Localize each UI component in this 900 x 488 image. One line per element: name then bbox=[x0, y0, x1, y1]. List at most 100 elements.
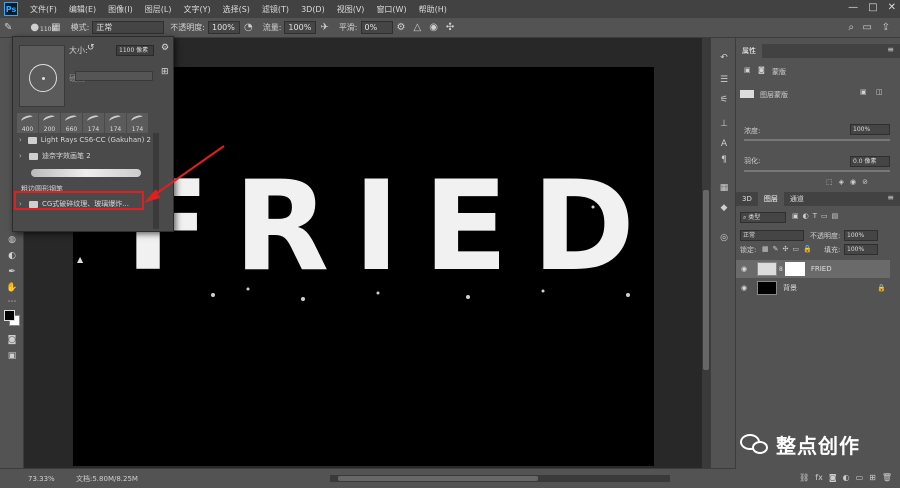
paths-icon[interactable]: ◎ bbox=[718, 232, 730, 244]
pressure-size-icon[interactable]: ◉ bbox=[429, 22, 438, 33]
search-icon[interactable]: ⌕ bbox=[848, 22, 854, 33]
symmetry-icon[interactable]: ✣ bbox=[446, 22, 454, 33]
add-vector-mask-icon[interactable]: ◫ bbox=[876, 88, 883, 96]
layer-row-fried[interactable]: ◉ 8 FRIED bbox=[736, 260, 890, 278]
menu-file[interactable]: 文件(F) bbox=[24, 4, 63, 15]
menu-filter[interactable]: 滤镜(T) bbox=[256, 4, 295, 15]
hardness-slider[interactable] bbox=[75, 71, 153, 81]
popup-gear-icon[interactable]: ⚙ bbox=[161, 43, 169, 53]
stamp-icon[interactable]: ⊥ bbox=[718, 118, 730, 130]
menu-view[interactable]: 视图(V) bbox=[331, 4, 371, 15]
panel-menu-icon[interactable]: ≡ bbox=[887, 45, 894, 54]
link-layers-icon[interactable]: ⛓ bbox=[799, 473, 809, 482]
brush-thumb[interactable]: 200 bbox=[39, 113, 60, 133]
eye-icon[interactable]: ◉ bbox=[741, 284, 751, 292]
fx-icon[interactable]: fx bbox=[815, 473, 823, 482]
menu-3d[interactable]: 3D(D) bbox=[295, 5, 331, 14]
brush-stroke-preview[interactable] bbox=[31, 169, 141, 177]
blur-tool-icon[interactable]: ◍ bbox=[5, 234, 19, 246]
layer-opacity-field[interactable]: 100% bbox=[844, 230, 878, 241]
workspace-icon[interactable]: ▭ bbox=[863, 22, 872, 33]
brush-angle-preview[interactable] bbox=[19, 45, 65, 107]
menu-select[interactable]: 选择(S) bbox=[217, 4, 256, 15]
blend-mode-select[interactable]: 正常 bbox=[740, 230, 804, 241]
paragraph-icon[interactable]: ¶ bbox=[718, 154, 730, 166]
mask-action-icons[interactable]: ⬚◈◉⊘ bbox=[826, 178, 874, 186]
trash-icon[interactable]: 🗑 bbox=[882, 473, 892, 482]
density-field[interactable]: 100% bbox=[850, 124, 890, 135]
feather-field[interactable]: 0.0 像素 bbox=[850, 156, 890, 167]
angle-icon[interactable]: △ bbox=[413, 22, 421, 33]
tab-properties[interactable]: 属性 bbox=[736, 44, 762, 58]
menu-help[interactable]: 帮助(H) bbox=[413, 4, 453, 15]
history-icon[interactable]: ↶ bbox=[718, 52, 730, 64]
dodge-tool-icon[interactable]: ◐ bbox=[5, 250, 19, 262]
menu-edit[interactable]: 编辑(E) bbox=[63, 4, 102, 15]
hand-tool-icon[interactable]: ✋ bbox=[5, 282, 19, 294]
mask-thumbnail[interactable] bbox=[784, 262, 805, 276]
brush-thumb[interactable]: 174 bbox=[127, 113, 148, 133]
new-layer-icon[interactable]: ⊞ bbox=[869, 473, 876, 482]
new-preset-icon[interactable]: ⊞ bbox=[161, 67, 169, 77]
tab-channels[interactable]: 通道 bbox=[784, 192, 810, 206]
smoothing-gear-icon[interactable]: ⚙ bbox=[397, 22, 406, 33]
layers-panel-menu-icon[interactable]: ≡ bbox=[887, 193, 894, 202]
foreground-color-swatch[interactable] bbox=[4, 310, 15, 321]
menu-type[interactable]: 文字(Y) bbox=[177, 4, 216, 15]
new-group-icon[interactable]: ▭ bbox=[856, 473, 864, 482]
layer-row-background[interactable]: ◉ 背景 🔒 bbox=[736, 279, 890, 297]
menu-image[interactable]: 图像(I) bbox=[102, 4, 139, 15]
pen-tool-icon[interactable]: ✒ bbox=[5, 266, 19, 278]
mode-select[interactable]: 正常 bbox=[92, 21, 165, 34]
brush-thumb[interactable]: 400 bbox=[17, 113, 38, 133]
character-icon[interactable]: A bbox=[718, 138, 730, 150]
swatches-icon[interactable]: ▦ bbox=[718, 182, 730, 194]
feather-slider[interactable] bbox=[744, 170, 890, 172]
flow-field[interactable]: 100% bbox=[284, 21, 317, 34]
brush-tool-icon[interactable]: ✎ bbox=[4, 22, 12, 33]
tab-layers[interactable]: 图层 bbox=[757, 192, 784, 206]
adjustments-icon[interactable]: ☰ bbox=[718, 74, 730, 86]
quick-mask-icon[interactable]: ◙ bbox=[5, 334, 19, 346]
popup-resize-icon[interactable]: ▲ bbox=[77, 255, 83, 264]
brush-folder-row[interactable]: › Light Rays CS6-CC (Gakuhan) 2 bbox=[17, 133, 151, 147]
airbrush-icon[interactable]: ✈ bbox=[320, 22, 328, 33]
fill-field[interactable]: 100% bbox=[844, 244, 878, 255]
adjustment-layer-icon[interactable]: ◐ bbox=[843, 473, 850, 482]
photoshop-logo: Ps bbox=[4, 2, 18, 16]
brush-folder-row[interactable]: › 迪奈字效画笔 2 bbox=[17, 149, 151, 163]
lock-icons[interactable]: ▦✎✣▭🔒 bbox=[762, 245, 816, 253]
pixel-mask-icon[interactable]: ▣ bbox=[744, 66, 751, 74]
size-input[interactable]: 1100 像素 bbox=[116, 45, 154, 56]
layer-filter-select[interactable]: ⌕ 类型 bbox=[740, 212, 786, 223]
brush-thumb[interactable]: 174 bbox=[105, 113, 126, 133]
minimize-icon[interactable]: — bbox=[848, 2, 858, 13]
menu-layer[interactable]: 图层(L) bbox=[139, 4, 178, 15]
horizontal-scroll-thumb[interactable] bbox=[338, 476, 538, 481]
smoothing-field[interactable]: 0% bbox=[360, 21, 393, 34]
menu-window[interactable]: 窗口(W) bbox=[370, 4, 412, 15]
select-pixel-mask-icon[interactable]: ▣ bbox=[860, 88, 867, 96]
zoom-level[interactable]: 73.33% bbox=[28, 475, 68, 483]
screen-mode-icon[interactable]: ▣ bbox=[5, 350, 19, 362]
maximize-icon[interactable]: □ bbox=[868, 2, 877, 13]
document-info[interactable]: 文档:5.80M/8.25M bbox=[76, 474, 138, 484]
tab-3d[interactable]: 3D bbox=[736, 192, 758, 206]
brush-thumb[interactable]: 174 bbox=[83, 113, 104, 133]
add-mask-icon[interactable]: ◙ bbox=[829, 473, 837, 482]
brush-thumb[interactable]: 660 bbox=[61, 113, 82, 133]
layer-filter-icons[interactable]: ▣◐T▭▤ bbox=[792, 212, 842, 220]
pressure-opacity-icon[interactable]: ◔ bbox=[244, 22, 253, 33]
reset-size-icon[interactable]: ↺ bbox=[87, 43, 95, 53]
share-icon[interactable]: ⇪ bbox=[882, 22, 890, 33]
brush-preset-picker-icon[interactable]: ● bbox=[30, 22, 39, 33]
eye-icon[interactable]: ◉ bbox=[741, 265, 751, 273]
density-slider[interactable] bbox=[744, 139, 890, 141]
close-icon[interactable]: ✕ bbox=[888, 2, 896, 13]
opacity-field[interactable]: 100% bbox=[207, 21, 240, 34]
styles-icon[interactable]: ◆ bbox=[718, 202, 730, 214]
more-tools-icon[interactable]: ⋯ bbox=[5, 296, 19, 308]
vector-mask-icon[interactable]: ◙ bbox=[758, 66, 765, 74]
vertical-scroll-thumb[interactable] bbox=[703, 190, 709, 370]
brush-settings-panel-icon[interactable]: ⚟ bbox=[718, 94, 730, 106]
